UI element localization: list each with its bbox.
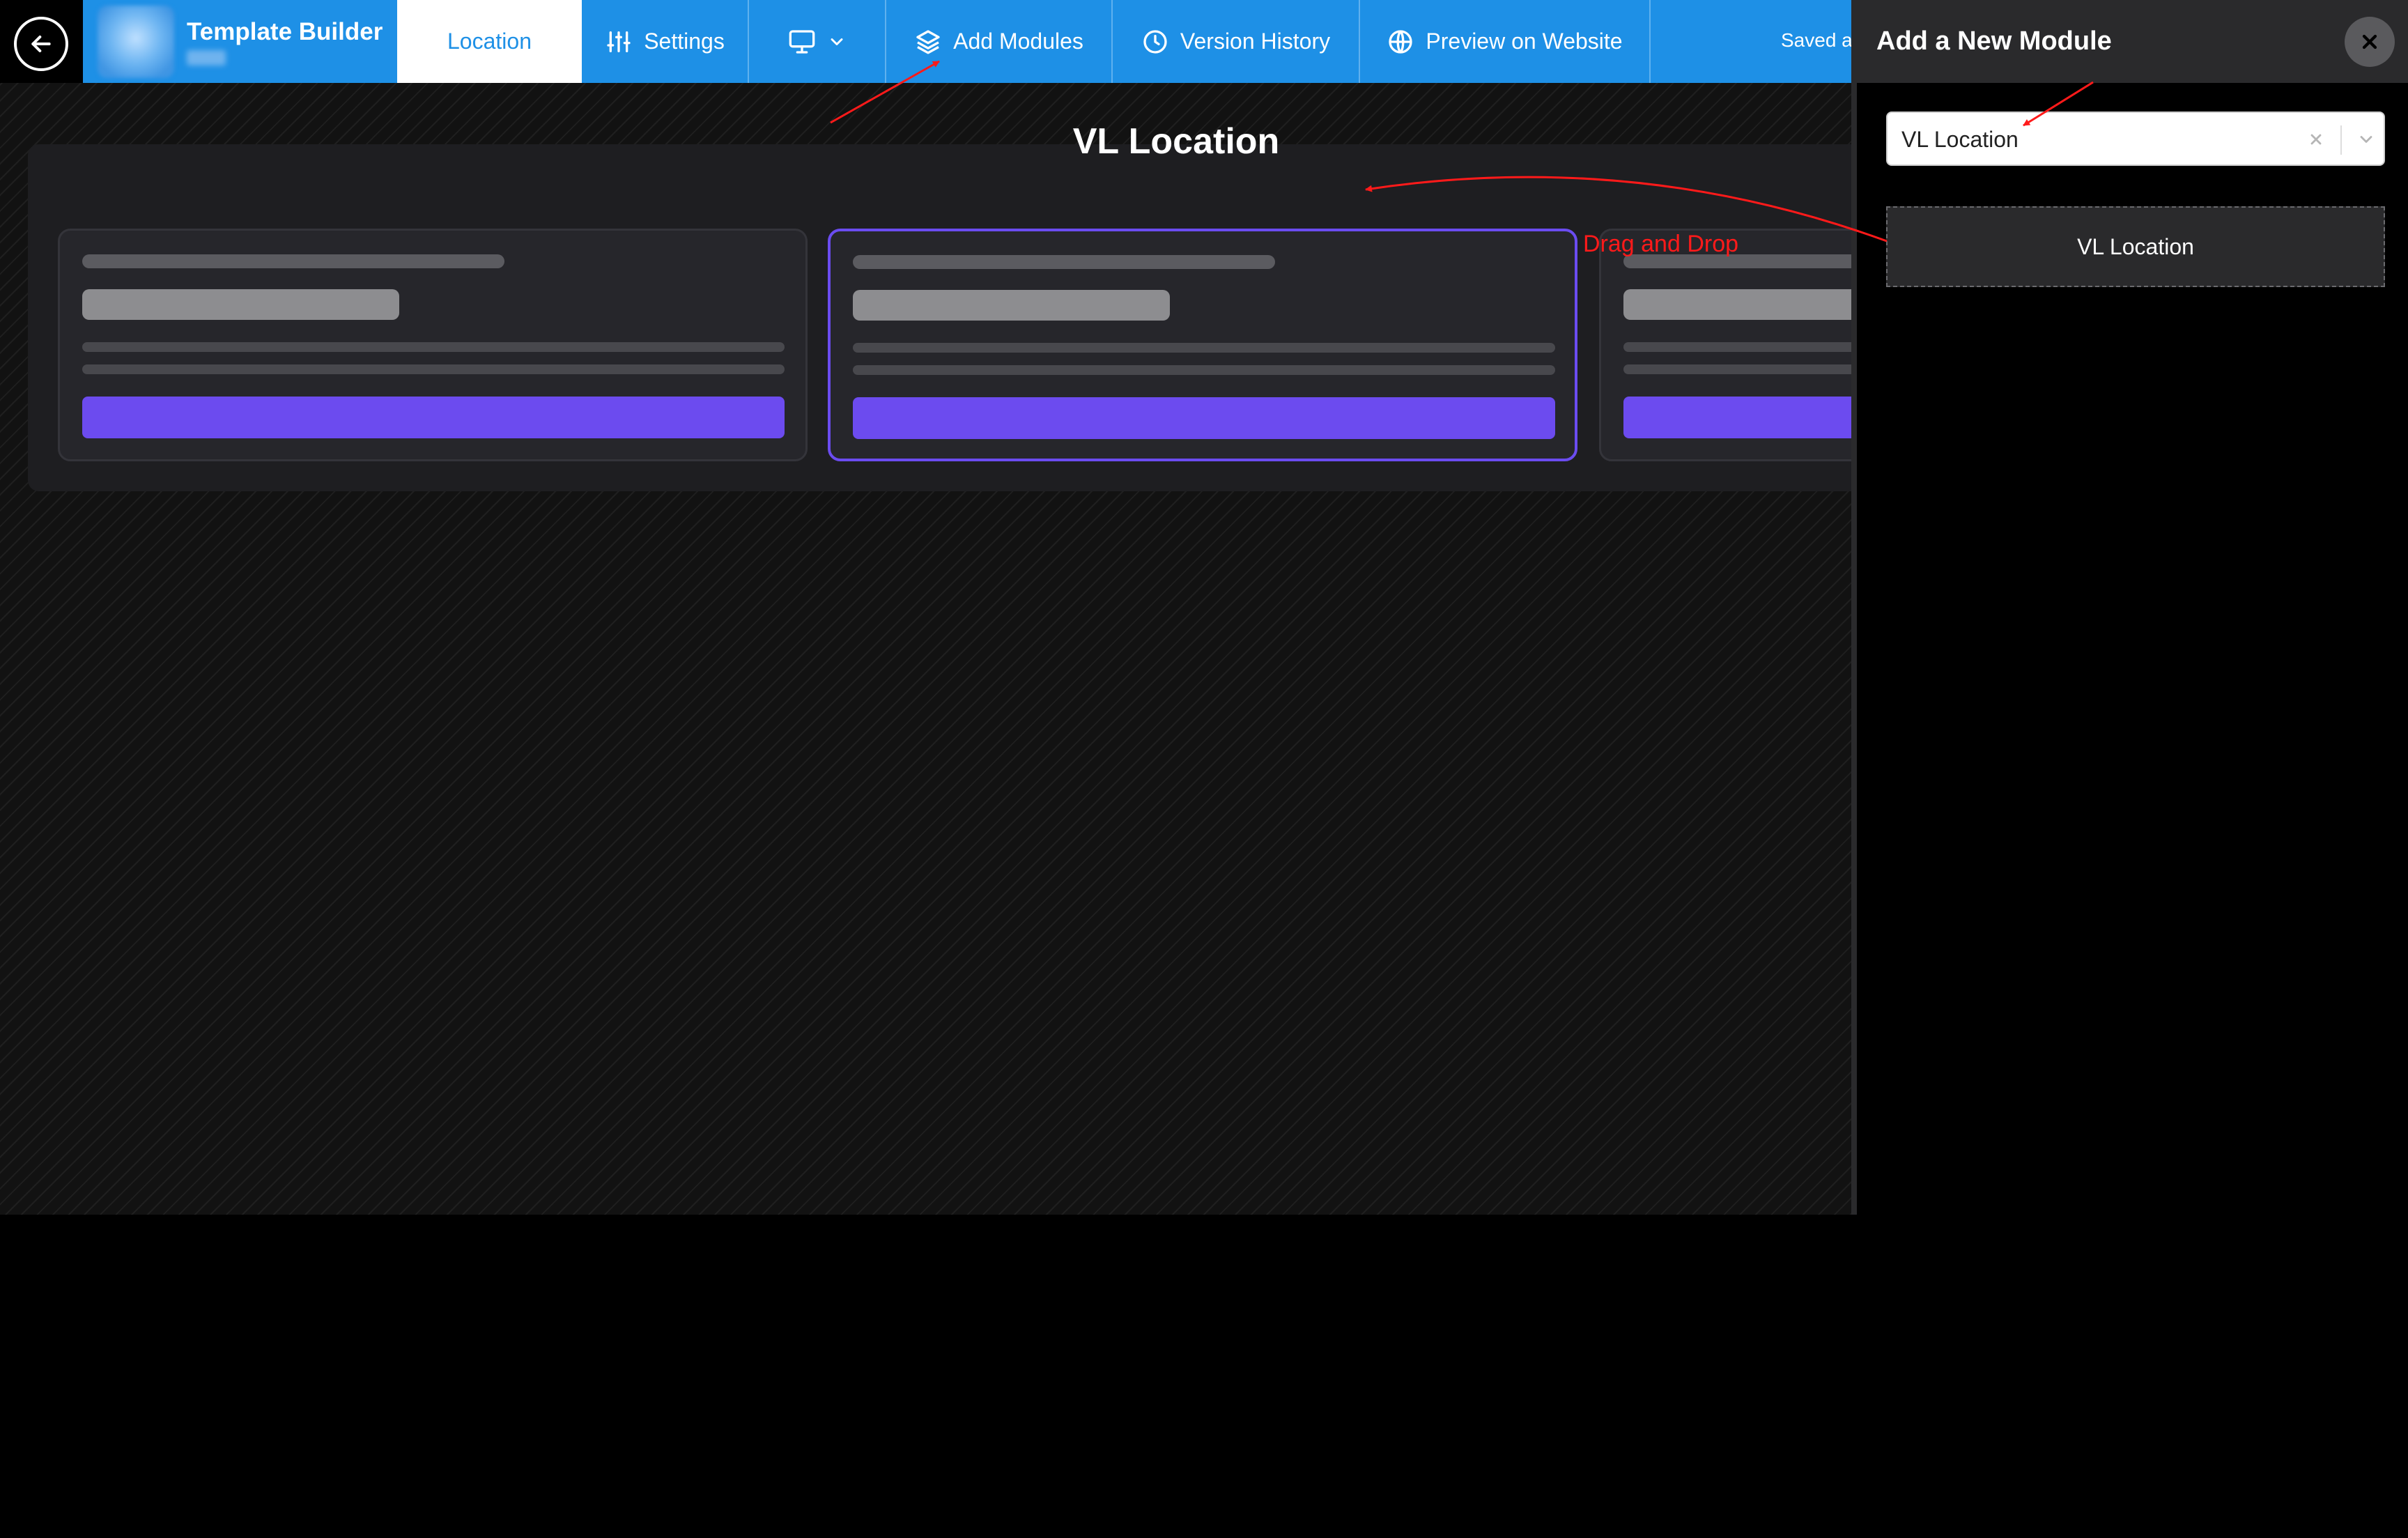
card-action-button[interactable] (853, 397, 1555, 439)
tab-version-history-label: Version History (1180, 29, 1331, 54)
back-button[interactable] (14, 17, 68, 71)
tab-settings[interactable]: Settings (582, 0, 749, 83)
panel-header: Add a New Module (1857, 0, 2408, 83)
builder-canvas: VL Location Drag and Drop (0, 83, 1851, 1215)
module-item-label: VL Location (2077, 233, 2194, 259)
close-icon (2362, 34, 2377, 49)
select-value: VL Location (1901, 127, 2019, 152)
tab-preview-label: Preview on Website (1426, 29, 1623, 54)
placeholder-heading (853, 290, 1170, 321)
panel-close-button[interactable] (2345, 17, 2395, 67)
tab-location[interactable]: Location (397, 0, 582, 83)
chevron-down-icon[interactable] (2350, 123, 2382, 156)
top-toolbar: Template Builder Location Settings Add M… (0, 0, 1853, 83)
layers-icon (916, 29, 940, 54)
clock-icon (1143, 29, 1167, 54)
draggable-module-item[interactable]: VL Location (1886, 206, 2385, 287)
placeholder-line (82, 254, 504, 268)
location-card[interactable] (1599, 229, 1851, 461)
placeholder-line (1623, 342, 1851, 352)
drag-drop-annotation: Drag and Drop (1583, 231, 1739, 257)
placeholder-line (853, 255, 1275, 269)
template-title: Template Builder (187, 18, 383, 45)
device-selector[interactable] (749, 0, 886, 83)
tab-location-label: Location (447, 29, 532, 54)
placeholder-line (1623, 364, 1851, 374)
tab-version-history[interactable]: Version History (1113, 0, 1360, 83)
panel-title: Add a New Module (1876, 26, 2112, 56)
placeholder-line (82, 364, 785, 374)
placeholder-line (853, 365, 1555, 375)
card-action-button[interactable] (1623, 397, 1851, 438)
select-separator (2340, 125, 2342, 155)
save-status: Saved a (1781, 29, 1853, 51)
template-subtitle-blurred (187, 50, 226, 66)
placeholder-heading (1623, 289, 1851, 320)
sliders-icon (607, 31, 631, 52)
template-thumbnail (98, 6, 174, 78)
placeholder-heading (82, 289, 399, 320)
monitor-icon (789, 29, 815, 54)
location-card[interactable] (58, 229, 808, 461)
back-area (0, 0, 83, 83)
module-search-select[interactable]: VL Location (1886, 111, 2385, 166)
tab-settings-label: Settings (644, 29, 725, 54)
globe-icon (1389, 29, 1413, 54)
location-card-selected[interactable] (828, 229, 1577, 461)
add-module-panel: Add a New Module VL Location VL Location (1851, 0, 2408, 1215)
card-action-button[interactable] (82, 397, 785, 438)
placeholder-line (853, 343, 1555, 353)
tab-add-modules[interactable]: Add Modules (886, 0, 1113, 83)
arrow-left-icon (31, 36, 51, 52)
clear-selection-icon[interactable] (2300, 123, 2332, 156)
tab-preview-on-website[interactable]: Preview on Website (1360, 0, 1651, 83)
tab-add-modules-label: Add Modules (953, 29, 1083, 54)
placeholder-line (82, 342, 785, 352)
chevron-down-icon (831, 38, 842, 45)
module-title: VL Location (1072, 121, 1280, 162)
